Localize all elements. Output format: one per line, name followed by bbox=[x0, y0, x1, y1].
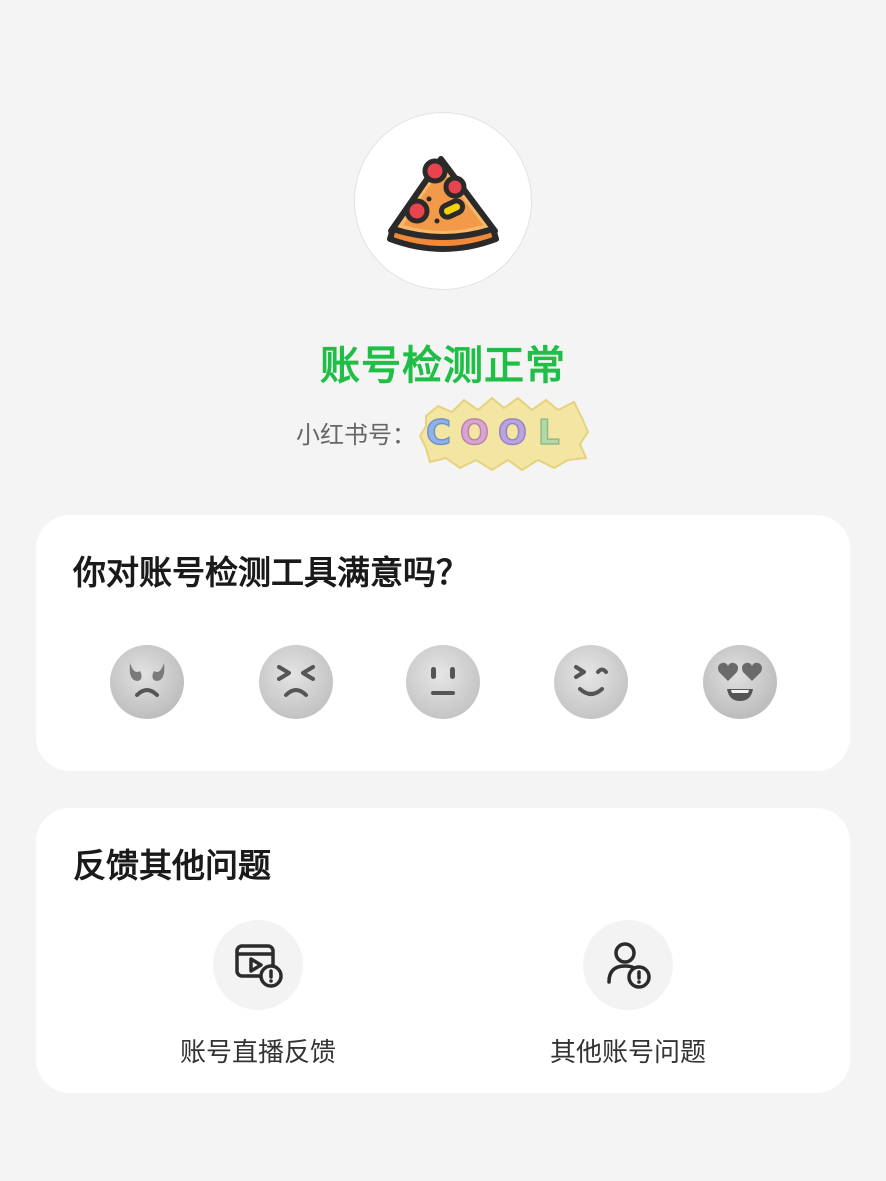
rating-neutral-button[interactable] bbox=[406, 645, 480, 719]
heart-eyes-face-icon bbox=[703, 645, 777, 719]
account-id-row: 小红书号： C O O L bbox=[296, 392, 590, 472]
svg-text:O: O bbox=[498, 413, 527, 453]
feedback-title: 反馈其他问题 bbox=[73, 846, 271, 885]
feedback-card: 反馈其他问题 账号直播反馈 其他账号问题 bbox=[36, 808, 850, 1093]
status-title: 账号检测正常 bbox=[320, 343, 566, 389]
live-feedback-icon bbox=[235, 944, 283, 988]
cool-sticker: C O O L bbox=[418, 396, 590, 472]
satisfaction-title: 你对账号检测工具满意吗？ bbox=[73, 553, 469, 592]
svg-text:L: L bbox=[538, 413, 560, 453]
other-account-issue-label: 其他账号问题 bbox=[549, 1038, 706, 1068]
rating-smile-button[interactable] bbox=[554, 645, 628, 719]
live-feedback-label: 账号直播反馈 bbox=[179, 1038, 336, 1068]
rating-options bbox=[36, 645, 850, 719]
live-feedback-icon-wrap bbox=[213, 920, 303, 1010]
other-account-issue-button[interactable]: 其他账号问题 bbox=[518, 920, 738, 1070]
rating-angry-button[interactable] bbox=[110, 645, 184, 719]
user-issue-icon-wrap bbox=[583, 920, 673, 1010]
account-id-label: 小红书号： bbox=[296, 420, 416, 449]
rating-love-button[interactable] bbox=[703, 645, 777, 719]
angry-face-icon bbox=[110, 645, 184, 719]
svg-text:O: O bbox=[460, 413, 489, 453]
user-issue-icon bbox=[607, 942, 651, 989]
unhappy-face-icon bbox=[259, 645, 333, 719]
live-feedback-button[interactable]: 账号直播反馈 bbox=[148, 920, 368, 1070]
avatar bbox=[354, 112, 532, 290]
neutral-face-icon bbox=[406, 645, 480, 719]
pizza-slice-icon bbox=[387, 156, 499, 252]
rating-unhappy-button[interactable] bbox=[259, 645, 333, 719]
svg-text:C: C bbox=[426, 413, 451, 453]
satisfaction-card: 你对账号检测工具满意吗？ bbox=[36, 515, 850, 771]
smile-face-icon bbox=[554, 645, 628, 719]
